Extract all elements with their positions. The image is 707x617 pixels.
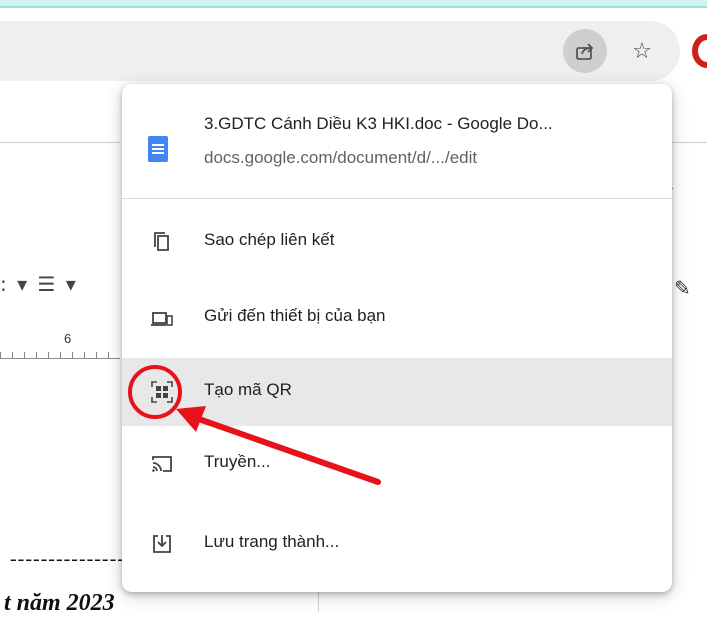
copy-icon <box>154 232 169 251</box>
bulleted-list-icon[interactable]: ☰ ▾ <box>38 272 78 296</box>
menu-divider <box>122 198 672 199</box>
menu-item-label: Gửi đến thiết bị của bạn <box>204 306 386 325</box>
ruler-number: 6 <box>64 331 72 346</box>
google-docs-icon <box>148 136 168 162</box>
doc-toolbar-fragment[interactable]: : ▾ ☰ ▾ <box>0 272 78 296</box>
page-url: docs.google.com/document/d/.../edit <box>204 148 478 167</box>
send-to-device-icon <box>151 312 173 326</box>
menu-item-label: Sao chép liên kết <box>204 230 335 249</box>
save-page-icon <box>153 535 171 553</box>
ruler-base <box>0 358 120 359</box>
doc-page-divider <box>318 590 319 612</box>
menu-item-copy-link[interactable]: Sao chép liên kết <box>122 208 672 276</box>
bookmark-star-button[interactable]: ☆ <box>622 29 662 73</box>
menu-item-send-to-device[interactable]: Gửi đến thiết bị của bạn <box>122 284 672 352</box>
doc-toolbar-divider <box>0 142 120 143</box>
menu-item-label: Lưu trang thành... <box>204 532 340 551</box>
annotation-circle <box>128 365 182 419</box>
opera-extension-icon[interactable] <box>692 34 707 68</box>
edit-pencil-icon[interactable]: ✎ <box>674 276 691 301</box>
share-menu-header: 3.GDTC Cánh Diều K3 HKI.doc - Google Do.… <box>122 84 672 198</box>
share-button[interactable] <box>563 29 607 73</box>
star-icon: ☆ <box>632 38 652 63</box>
menu-item-label: Tạo mã QR <box>204 380 292 399</box>
chevron-down-icon[interactable]: : ▾ <box>0 272 29 296</box>
share-icon <box>576 43 594 60</box>
doc-toolbar-divider-right <box>672 142 707 143</box>
cast-icon <box>152 456 172 472</box>
menu-item-label: Truyền... <box>204 452 271 471</box>
share-menu: 3.GDTC Cánh Diều K3 HKI.doc - Google Do.… <box>122 84 672 592</box>
menu-item-save-page[interactable]: Lưu trang thành... <box>122 510 672 578</box>
page-title: 3.GDTC Cánh Diều K3 HKI.doc - Google Do.… <box>204 114 553 133</box>
doc-year-text: t năm 2023 <box>4 590 115 616</box>
window-top-accent <box>0 6 707 8</box>
menu-item-create-qr[interactable]: Tạo mã QR <box>122 358 672 426</box>
menu-item-cast[interactable]: Truyền... <box>122 430 672 498</box>
